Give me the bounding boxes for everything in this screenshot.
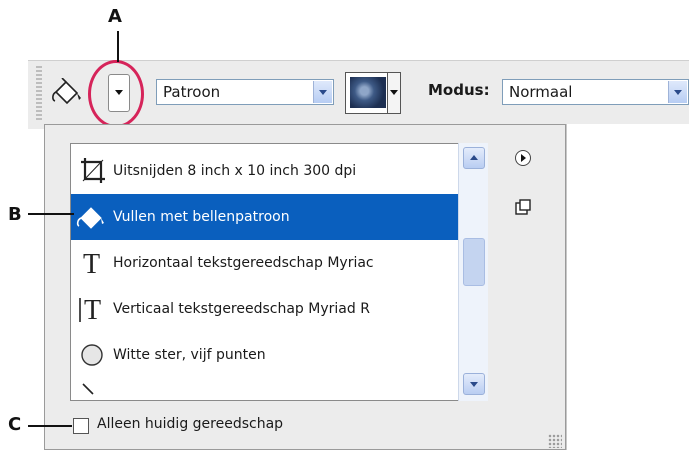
crop-icon bbox=[71, 148, 113, 194]
list-item-label: Verticaal tekstgereedschap Myriad R bbox=[113, 301, 370, 317]
horizontal-type-icon: T bbox=[71, 240, 113, 286]
list-item[interactable]: Witte ster, vijf punten bbox=[71, 332, 459, 378]
list-item[interactable]: T Verticaal tekstgereedschap Myriad R bbox=[71, 286, 459, 332]
preset-list-scrollbar[interactable] bbox=[458, 143, 488, 401]
callout-b-line bbox=[28, 213, 74, 215]
document-canvas bbox=[566, 124, 689, 450]
new-preset-icon[interactable] bbox=[513, 198, 533, 218]
toolbar-grip[interactable] bbox=[36, 66, 42, 120]
vertical-type-icon: T bbox=[71, 286, 113, 332]
svg-text:T: T bbox=[83, 249, 100, 280]
scroll-down-button[interactable] bbox=[463, 373, 485, 395]
pattern-picker[interactable] bbox=[345, 72, 401, 114]
scroll-up-button[interactable] bbox=[463, 147, 485, 169]
chevron-down-icon[interactable] bbox=[313, 81, 332, 103]
mode-label: Modus: bbox=[428, 81, 490, 99]
callout-highlight-circle bbox=[88, 60, 144, 128]
list-item-label: Vullen met bellenpatroon bbox=[113, 209, 290, 225]
list-item-label: Horizontaal tekstgereedschap Myriac bbox=[113, 255, 374, 271]
list-item-selected[interactable]: Vullen met bellenpatroon bbox=[71, 194, 459, 240]
fill-source-select[interactable]: Patroon bbox=[156, 79, 334, 105]
paint-bucket-icon bbox=[71, 194, 113, 240]
callout-a: A bbox=[108, 6, 122, 27]
list-item-label: Uitsnijden 8 inch x 10 inch 300 dpi bbox=[113, 163, 357, 179]
list-item[interactable]: T Horizontaal tekstgereedschap Myriac bbox=[71, 240, 459, 286]
chevron-down-icon[interactable] bbox=[387, 73, 400, 113]
svg-text:T: T bbox=[84, 295, 101, 326]
list-item[interactable]: Uitsnijden 8 inch x 10 inch 300 dpi bbox=[71, 148, 459, 194]
mode-select[interactable]: Normaal bbox=[502, 79, 689, 105]
list-item-partial[interactable] bbox=[71, 380, 459, 400]
fill-source-value: Patroon bbox=[163, 83, 221, 101]
callout-c: C bbox=[8, 414, 22, 435]
chevron-down-icon[interactable] bbox=[668, 81, 687, 103]
callout-c-line bbox=[28, 425, 72, 427]
callout-a-line bbox=[117, 31, 119, 62]
shape-icon bbox=[71, 380, 113, 400]
resize-grip[interactable] bbox=[548, 434, 562, 448]
current-tool-only-checkbox[interactable] bbox=[73, 418, 89, 434]
panel-menu-icon[interactable] bbox=[515, 150, 531, 166]
custom-shape-icon bbox=[71, 332, 113, 378]
scroll-thumb[interactable] bbox=[463, 238, 485, 286]
preset-list: Uitsnijden 8 inch x 10 inch 300 dpi Vull… bbox=[70, 143, 488, 401]
paint-bucket-icon[interactable] bbox=[50, 77, 84, 108]
current-tool-only-label: Alleen huidig gereedschap bbox=[97, 416, 284, 432]
list-item-label: Witte ster, vijf punten bbox=[113, 347, 266, 363]
callout-b: B bbox=[8, 204, 22, 225]
pattern-swatch-icon bbox=[350, 77, 386, 108]
mode-value: Normaal bbox=[509, 83, 573, 101]
